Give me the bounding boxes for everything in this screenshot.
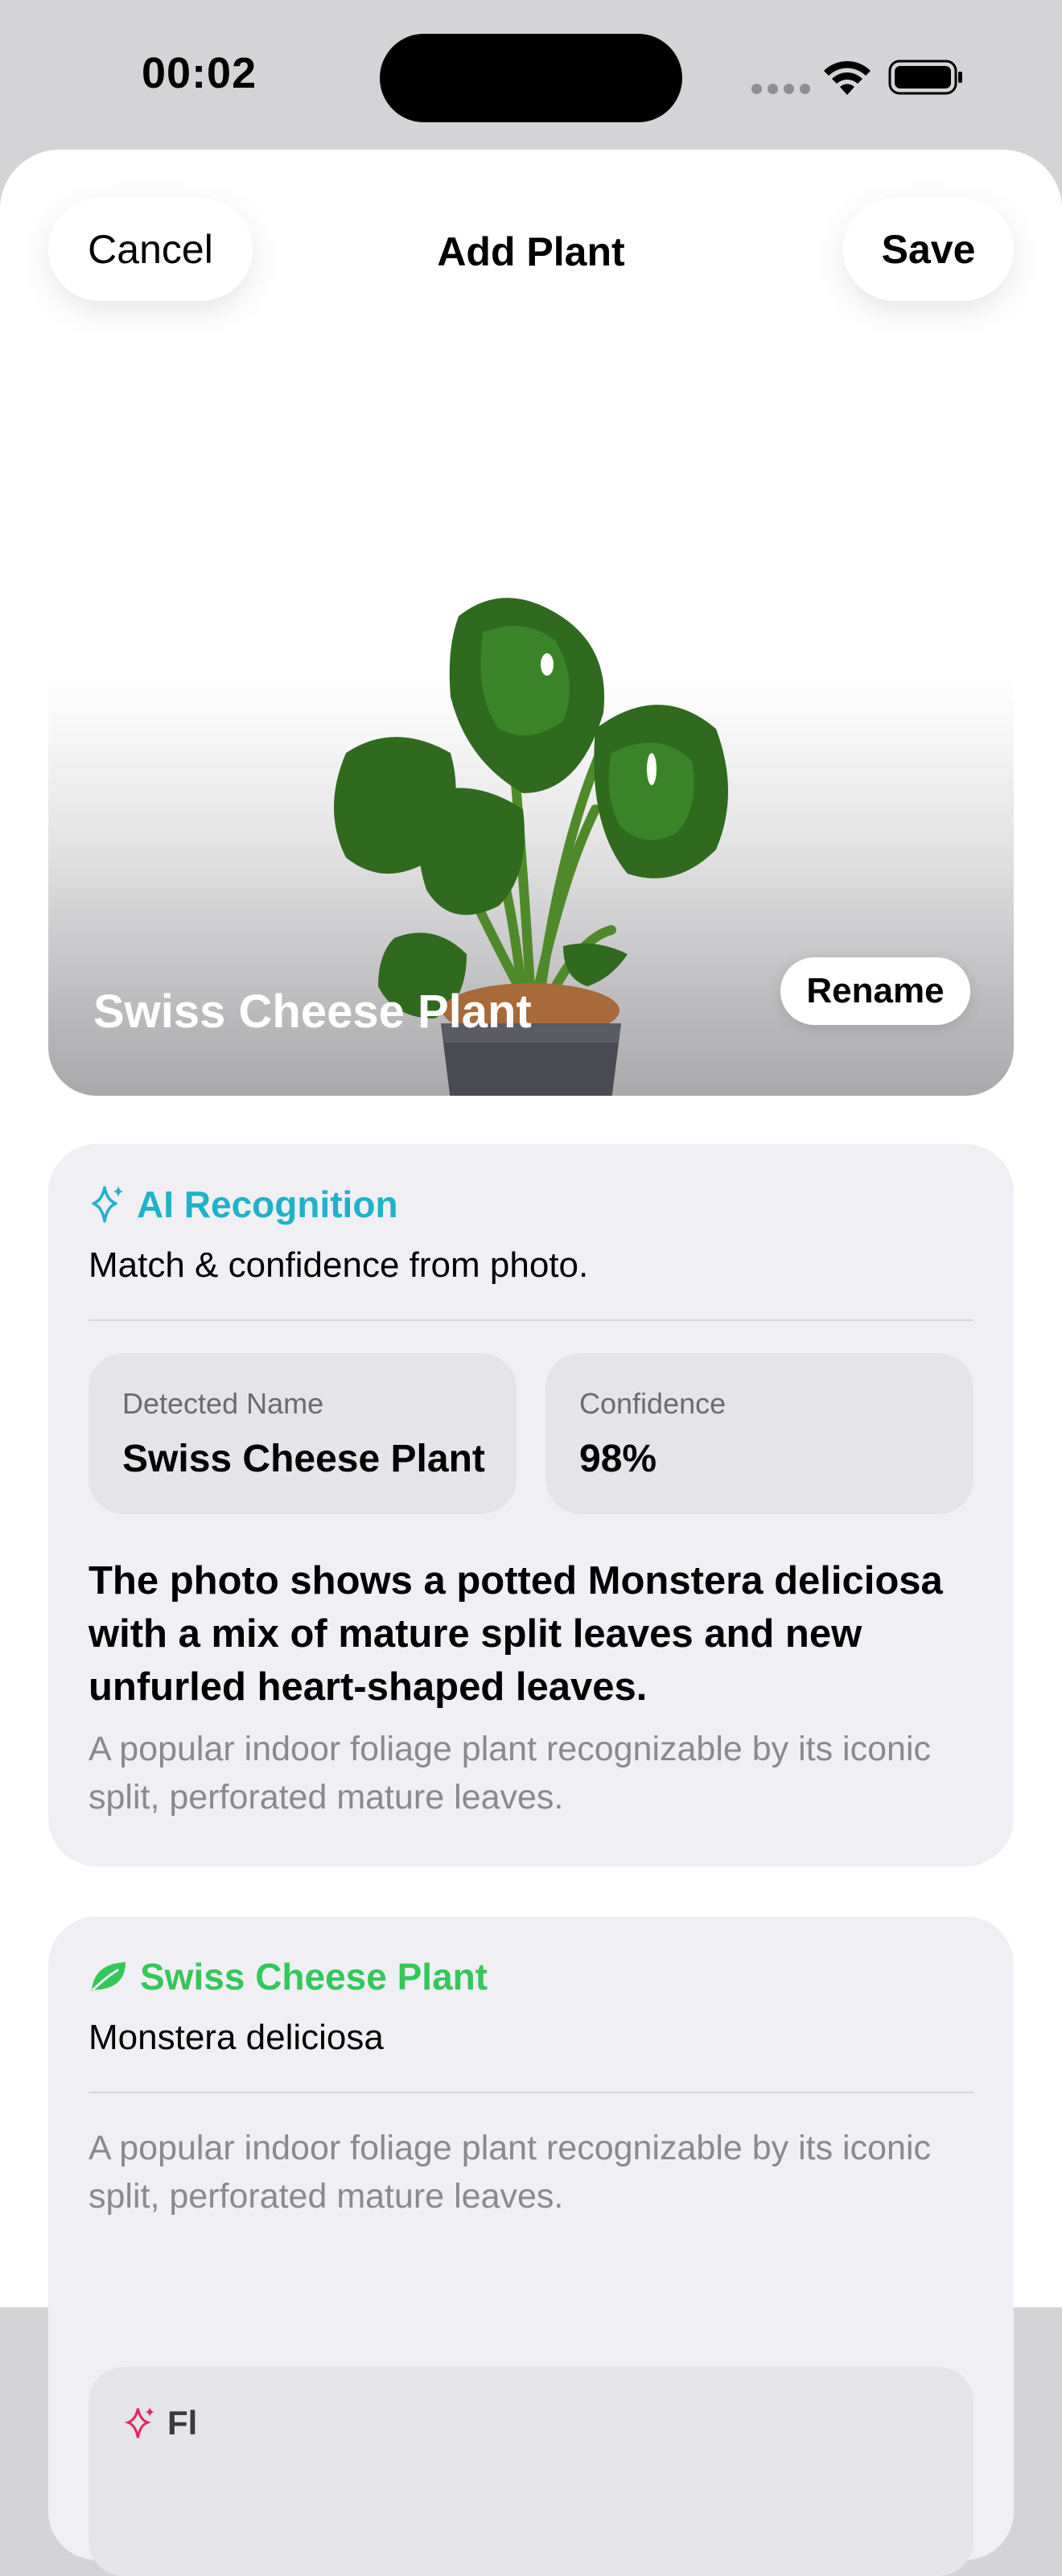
status-time: 00:02 [142,49,257,97]
plant-name: Swiss Cheese Plant [93,986,532,1038]
species-card: Swiss Cheese Plant Monstera deliciosa A … [48,1916,1014,2576]
leaf-icon [92,1962,126,1991]
ai-description: The photo shows a potted Monstera delici… [88,1559,943,1709]
species-detail-card: Fl [88,2367,974,2576]
confidence-tile: Confidence 98% [545,1353,974,1514]
save-button[interactable]: Save [843,198,1014,301]
battery-icon [888,60,962,95]
species-summary: A popular indoor foliage plant recogniza… [88,2129,931,2216]
confidence-value: 98% [579,1438,657,1480]
species-detail-header: Fl [124,2404,197,2442]
sparkles-icon [124,2407,154,2438]
divider [88,2092,974,2093]
detected-name-tile: Detected Name Swiss Cheese Plant [88,1353,517,1514]
ai-recognition-header: AI Recognition [88,1183,398,1226]
wifi-icon [824,60,871,95]
ai-recognition-subtitle: Match & confidence from photo. [88,1245,589,1285]
divider [88,1319,974,1321]
confidence-label: Confidence [579,1387,727,1420]
dynamic-island [380,34,682,122]
status-bar: 00:02 [0,0,1062,153]
detected-name-label: Detected Name [122,1387,324,1420]
plant-photo: Swiss Cheese Plant Rename [48,375,1014,1096]
rename-button[interactable]: Rename [780,957,970,1025]
cellular-signal-icon [751,84,810,94]
species-common-name: Swiss Cheese Plant [140,1956,488,1998]
species-detail-title: Fl [167,2404,198,2442]
detected-name-value: Swiss Cheese Plant [122,1438,485,1480]
add-plant-sheet: Cancel Add Plant Save Swiss Cheese Plant… [0,150,1062,2576]
sparkles-icon [92,1186,123,1223]
ai-summary: A popular indoor foliage plant recogniza… [88,1730,931,1817]
species-header: Swiss Cheese Plant [88,1955,488,1998]
species-scientific-name: Monstera deliciosa [88,2018,384,2057]
ai-recognition-card: AI Recognition Match & confidence from p… [48,1144,1014,1866]
ai-recognition-title: AI Recognition [137,1183,398,1225]
